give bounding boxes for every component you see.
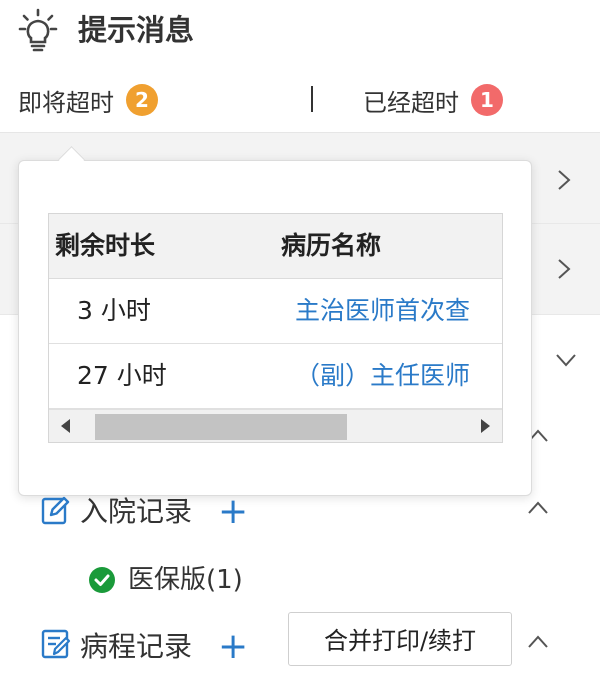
scroll-left-icon[interactable] — [61, 419, 70, 433]
duration-cell: 3 小时 — [77, 296, 151, 325]
record-link[interactable]: 主治医师首次查 — [295, 279, 470, 343]
check-circle-icon — [89, 567, 115, 593]
tab-label: 即将超时 — [18, 88, 114, 117]
tab-timed-out[interactable]: 已经超时 1 — [363, 80, 503, 120]
horizontal-scrollbar[interactable] — [49, 409, 502, 442]
count-badge: 1 — [471, 84, 503, 116]
chevron-up-icon[interactable] — [526, 500, 550, 516]
lightbulb-icon — [18, 8, 58, 52]
merge-print-button[interactable]: 合并打印/续打 — [288, 612, 512, 666]
duration-cell: 27 小时 — [77, 361, 167, 390]
add-progress-record-button[interactable]: + — [218, 627, 248, 667]
chevron-right-icon[interactable] — [556, 257, 572, 281]
add-admission-record-button[interactable]: + — [218, 492, 248, 532]
timeout-table: 剩余时长 病历名称 3 小时 主治医师首次查 27 小时 （副）主任医师 — [48, 213, 503, 443]
insurance-version-item[interactable]: 医保版(1) — [128, 560, 243, 600]
tab-separator — [311, 86, 313, 112]
tab-label: 已经超时 — [363, 88, 459, 117]
table-header: 剩余时长 病历名称 — [49, 214, 502, 279]
section-label: 入院记录 — [80, 495, 193, 528]
count-badge: 2 — [126, 84, 158, 116]
chevron-up-icon[interactable] — [526, 634, 550, 650]
section-label: 病程记录 — [80, 630, 193, 663]
record-link[interactable]: （副）主任医师 — [295, 344, 470, 408]
tab-upcoming-timeout[interactable]: 即将超时 2 — [18, 80, 158, 120]
column-header-record: 病历名称 — [281, 231, 382, 260]
page-title: 提示消息 — [78, 13, 195, 47]
edit-list-icon — [41, 629, 71, 659]
edit-record-icon — [41, 496, 70, 525]
column-header-duration: 剩余时长 — [55, 231, 156, 260]
scrollbar-thumb[interactable] — [95, 414, 347, 440]
scroll-right-icon[interactable] — [481, 419, 490, 433]
table-row[interactable]: 27 小时 （副）主任医师 — [49, 344, 502, 409]
chevron-down-icon[interactable] — [554, 352, 578, 368]
table-row[interactable]: 3 小时 主治医师首次查 — [49, 279, 502, 344]
chevron-right-icon[interactable] — [556, 168, 572, 192]
